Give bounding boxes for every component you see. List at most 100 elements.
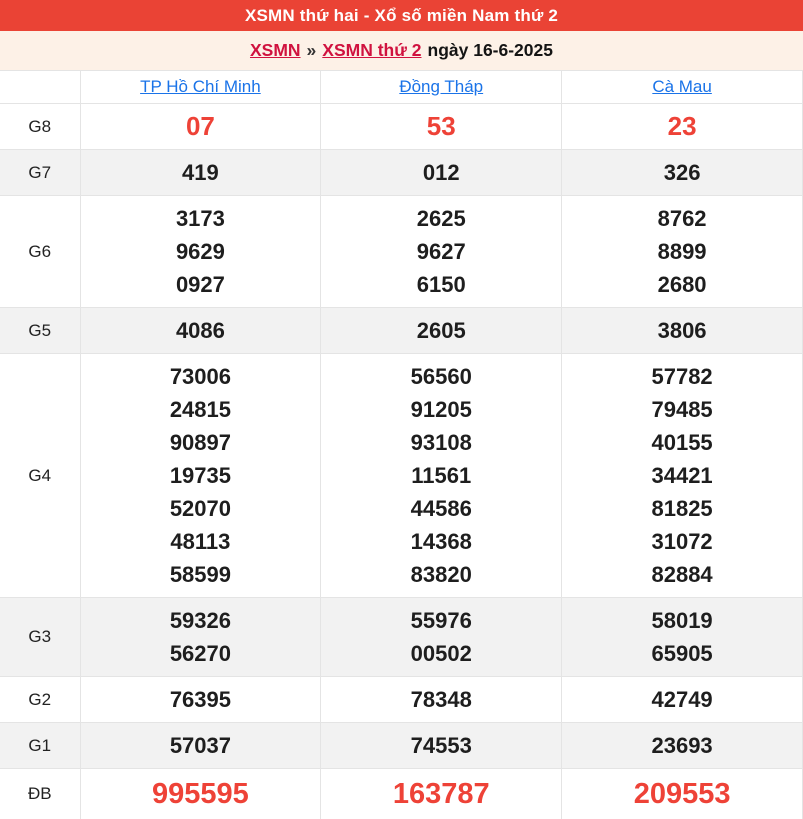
result-cell: 995595 bbox=[80, 769, 321, 819]
prize-label: G5 bbox=[0, 308, 80, 354]
breadcrumb: XSMN » XSMN thứ 2 ngày 16-6-2025 bbox=[0, 31, 803, 70]
result-number: 163787 bbox=[321, 775, 561, 813]
table-row: G6317396290927262596276150876288992680 bbox=[0, 196, 803, 308]
result-number: 57037 bbox=[81, 729, 321, 762]
result-number: 53 bbox=[321, 110, 561, 143]
result-number: 91205 bbox=[321, 393, 561, 426]
result-number: 93108 bbox=[321, 426, 561, 459]
result-number: 9629 bbox=[81, 235, 321, 268]
province-header-cell: Cà Mau bbox=[562, 71, 803, 104]
prize-label: G6 bbox=[0, 196, 80, 308]
breadcrumb-date: ngày 16-6-2025 bbox=[428, 40, 554, 61]
result-cell: 326 bbox=[562, 150, 803, 196]
result-number: 57782 bbox=[562, 360, 802, 393]
breadcrumb-link-xsmn[interactable]: XSMN bbox=[250, 40, 301, 61]
result-number: 3806 bbox=[562, 314, 802, 347]
prize-label: ĐB bbox=[0, 769, 80, 819]
result-number: 65905 bbox=[562, 637, 802, 670]
result-cell: 3806 bbox=[562, 308, 803, 354]
table-row: G473006248159089719735520704811358599565… bbox=[0, 354, 803, 598]
result-number: 07 bbox=[81, 110, 321, 143]
result-cell: 317396290927 bbox=[80, 196, 321, 308]
result-number: 2680 bbox=[562, 268, 802, 301]
result-cell: 262596276150 bbox=[321, 196, 562, 308]
result-number: 11561 bbox=[321, 459, 561, 492]
table-row: G3593265627055976005025801965905 bbox=[0, 598, 803, 677]
province-header-cell: Đồng Tháp bbox=[321, 71, 562, 104]
result-number: 9627 bbox=[321, 235, 561, 268]
result-number: 00502 bbox=[321, 637, 561, 670]
result-number: 995595 bbox=[81, 775, 321, 813]
result-number: 419 bbox=[81, 156, 321, 189]
result-number: 58019 bbox=[562, 604, 802, 637]
results-table: TP Hồ Chí Minh Đồng Tháp Cà Mau G8075323 G7… bbox=[0, 70, 803, 819]
result-cell: 209553 bbox=[562, 769, 803, 819]
table-row: ĐB995595163787209553 bbox=[0, 769, 803, 819]
result-number: 2605 bbox=[321, 314, 561, 347]
result-number: 8899 bbox=[562, 235, 802, 268]
table-row: G7419012326 bbox=[0, 150, 803, 196]
result-number: 326 bbox=[562, 156, 802, 189]
prize-column-header bbox=[0, 71, 80, 104]
province-link-3[interactable]: Cà Mau bbox=[652, 77, 712, 96]
prize-label: G7 bbox=[0, 150, 80, 196]
result-number: 79485 bbox=[562, 393, 802, 426]
result-number: 2625 bbox=[321, 202, 561, 235]
province-link-2[interactable]: Đồng Tháp bbox=[399, 77, 483, 96]
result-cell: 163787 bbox=[321, 769, 562, 819]
result-cell: 57782794854015534421818253107282884 bbox=[562, 354, 803, 598]
result-number: 19735 bbox=[81, 459, 321, 492]
result-cell: 876288992680 bbox=[562, 196, 803, 308]
result-number: 81825 bbox=[562, 492, 802, 525]
result-number: 56270 bbox=[81, 637, 321, 670]
result-number: 23 bbox=[562, 110, 802, 143]
prize-label: G4 bbox=[0, 354, 80, 598]
result-cell: 57037 bbox=[80, 723, 321, 769]
table-row: G2763957834842749 bbox=[0, 677, 803, 723]
result-cell: 74553 bbox=[321, 723, 562, 769]
result-number: 8762 bbox=[562, 202, 802, 235]
result-number: 24815 bbox=[81, 393, 321, 426]
result-number: 0927 bbox=[81, 268, 321, 301]
result-number: 59326 bbox=[81, 604, 321, 637]
result-number: 6150 bbox=[321, 268, 561, 301]
prize-label: G1 bbox=[0, 723, 80, 769]
result-cell: 419 bbox=[80, 150, 321, 196]
result-number: 44586 bbox=[321, 492, 561, 525]
result-cell: 23693 bbox=[562, 723, 803, 769]
result-number: 3173 bbox=[81, 202, 321, 235]
result-cell: 5597600502 bbox=[321, 598, 562, 677]
province-link-1[interactable]: TP Hồ Chí Minh bbox=[140, 77, 261, 96]
prize-label: G2 bbox=[0, 677, 80, 723]
breadcrumb-link-xsmn-thu2[interactable]: XSMN thứ 2 bbox=[322, 40, 421, 61]
breadcrumb-separator: » bbox=[307, 40, 317, 61]
result-cell: 5801965905 bbox=[562, 598, 803, 677]
result-number: 76395 bbox=[81, 683, 321, 716]
result-number: 90897 bbox=[81, 426, 321, 459]
result-cell: 012 bbox=[321, 150, 562, 196]
province-header-cell: TP Hồ Chí Minh bbox=[80, 71, 321, 104]
result-number: 31072 bbox=[562, 525, 802, 558]
result-number: 209553 bbox=[562, 775, 802, 813]
header-bar: XSMN thứ hai - Xổ số miền Nam thứ 2 bbox=[0, 0, 803, 31]
result-number: 56560 bbox=[321, 360, 561, 393]
prize-label: G3 bbox=[0, 598, 80, 677]
result-number: 40155 bbox=[562, 426, 802, 459]
result-number: 23693 bbox=[562, 729, 802, 762]
result-cell: 56560912059310811561445861436883820 bbox=[321, 354, 562, 598]
result-cell: 76395 bbox=[80, 677, 321, 723]
result-cell: 42749 bbox=[562, 677, 803, 723]
result-number: 48113 bbox=[81, 525, 321, 558]
result-number: 34421 bbox=[562, 459, 802, 492]
result-cell: 23 bbox=[562, 104, 803, 150]
prize-label: G8 bbox=[0, 104, 80, 150]
result-number: 42749 bbox=[562, 683, 802, 716]
result-cell: 4086 bbox=[80, 308, 321, 354]
province-header-row: TP Hồ Chí Minh Đồng Tháp Cà Mau bbox=[0, 71, 803, 104]
result-number: 78348 bbox=[321, 683, 561, 716]
result-cell: 07 bbox=[80, 104, 321, 150]
result-number: 4086 bbox=[81, 314, 321, 347]
result-cell: 2605 bbox=[321, 308, 562, 354]
result-number: 83820 bbox=[321, 558, 561, 591]
result-cell: 53 bbox=[321, 104, 562, 150]
